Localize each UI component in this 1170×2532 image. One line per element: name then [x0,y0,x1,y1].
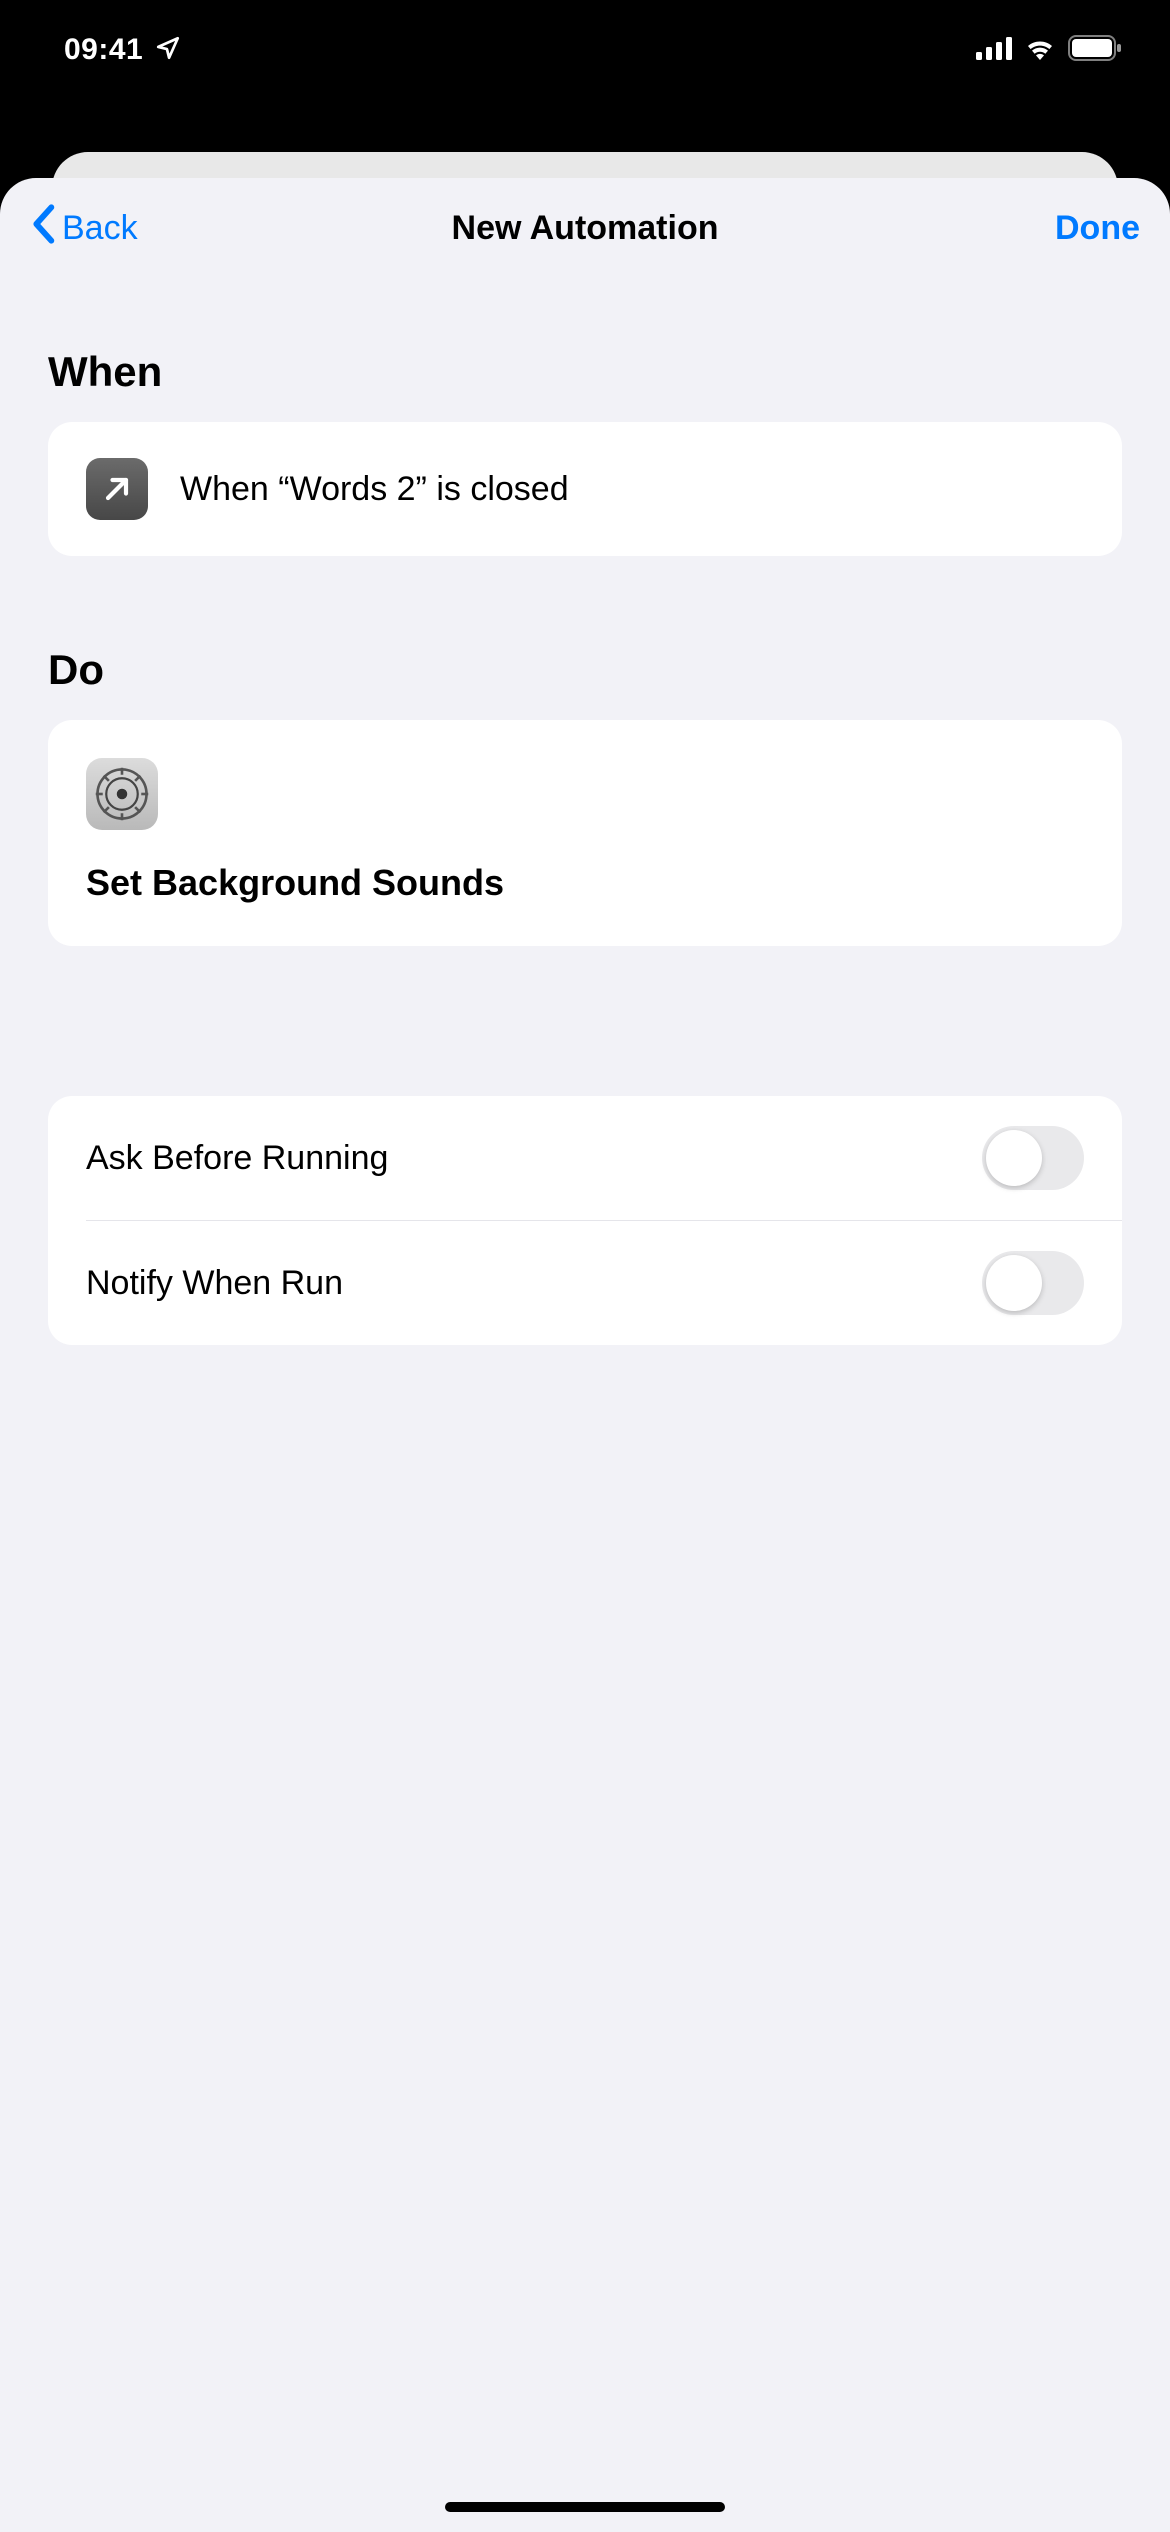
notify-when-run-toggle[interactable] [982,1251,1084,1315]
page-title: New Automation [452,209,719,248]
location-icon [155,35,181,66]
notify-when-run-label: Notify When Run [86,1264,343,1303]
wifi-icon [1024,36,1056,65]
when-section-header: When [48,348,1122,396]
home-indicator[interactable] [445,2502,725,2512]
notify-when-run-row: Notify When Run [86,1220,1122,1345]
ask-before-running-toggle[interactable] [982,1126,1084,1190]
status-bar: 09:41 [0,0,1170,100]
nav-bar: Back New Automation Done [0,178,1170,278]
ask-before-running-row: Ask Before Running [48,1096,1122,1220]
do-card[interactable]: Set Background Sounds [48,720,1122,946]
back-label: Back [62,209,138,248]
chevron-back-icon [30,204,56,253]
options-card: Ask Before Running Notify When Run [48,1096,1122,1345]
app-trigger-icon [86,458,148,520]
status-bar-left: 09:41 [64,33,181,67]
battery-icon [1068,35,1122,66]
back-button[interactable]: Back [30,204,138,253]
when-condition-row: When “Words 2” is closed [48,422,1122,556]
toggle-knob [986,1130,1042,1186]
content-area: When When “Words 2” is closed Do [0,278,1170,2532]
when-condition-text: When “Words 2” is closed [180,470,569,509]
when-card[interactable]: When “Words 2” is closed [48,422,1122,556]
modal-sheet: Back New Automation Done When When “Word… [0,178,1170,2532]
cellular-icon [976,36,1012,65]
ask-before-running-label: Ask Before Running [86,1139,388,1178]
status-bar-right [976,35,1122,66]
status-time: 09:41 [64,33,143,67]
toggle-knob [986,1255,1042,1311]
do-action-text: Set Background Sounds [86,862,1084,904]
do-section-header: Do [48,646,1122,694]
done-button[interactable]: Done [1055,209,1140,248]
settings-app-icon [86,758,158,830]
